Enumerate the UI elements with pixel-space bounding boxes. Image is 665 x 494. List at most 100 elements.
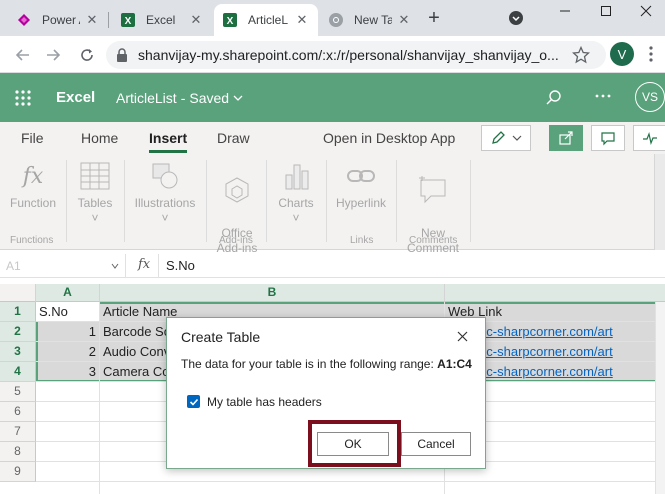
vertical-scrollbar[interactable]: [655, 302, 665, 494]
browser-tab-excel[interactable]: X Excel ✕: [112, 4, 212, 36]
formula-input[interactable]: S.No: [166, 258, 195, 273]
close-tab-icon[interactable]: ✕: [396, 12, 412, 28]
row-header[interactable]: 1: [0, 302, 36, 322]
column-header-a[interactable]: A: [36, 284, 100, 302]
arrow-left-icon: [15, 49, 29, 61]
svg-text:X: X: [125, 16, 132, 27]
row-header[interactable]: 9: [0, 462, 36, 482]
function-icon: fx: [22, 163, 44, 189]
browser-tab-strip: Power A ✕ X Excel ✕ X ArticleL ✕ New Ta …: [0, 0, 665, 36]
pencil-icon: [492, 131, 505, 144]
name-box[interactable]: A1: [0, 254, 126, 277]
insert-function-fx-button[interactable]: fx: [138, 257, 150, 272]
editing-mode-button[interactable]: [481, 125, 531, 151]
group-label-links: Links: [350, 235, 374, 246]
arrow-right-icon: [47, 49, 61, 61]
comments-button[interactable]: [591, 125, 625, 151]
headers-checkbox-label[interactable]: My table has headers: [207, 395, 322, 409]
group-divider: [124, 160, 125, 242]
bookmark-star-button[interactable]: [570, 44, 592, 66]
search-button[interactable]: [545, 89, 563, 110]
row-header[interactable]: 4: [0, 362, 36, 382]
open-in-desktop-app[interactable]: Open in Desktop App: [323, 130, 455, 146]
save-status: Saved: [189, 90, 230, 106]
close-tab-icon[interactable]: ✕: [294, 12, 310, 28]
address-bar[interactable]: shanvijay-my.sharepoint.com/:x:/r/person…: [106, 41, 606, 69]
cell-a2[interactable]: 1: [36, 322, 100, 342]
tab-file[interactable]: File: [21, 130, 44, 146]
headers-checkbox[interactable]: [187, 395, 200, 408]
chevron-down-icon: [512, 135, 522, 141]
bar-chart-icon: [272, 160, 320, 192]
maximize-button[interactable]: [586, 0, 626, 22]
column-header-b[interactable]: B: [100, 284, 445, 302]
more-options-button[interactable]: [594, 87, 612, 110]
url-text: shanvijay-my.sharepoint.com/:x:/r/person…: [138, 47, 559, 63]
tab-draw[interactable]: Draw: [217, 130, 250, 146]
row-header[interactable]: 8: [0, 442, 36, 462]
maximize-icon: [601, 6, 611, 16]
table-icon: [72, 160, 118, 192]
checkmark-icon: [189, 398, 198, 406]
tab-insert[interactable]: Insert: [149, 130, 187, 146]
office-addins-icon: [212, 175, 262, 207]
ribbon-insert-panel: fx Function Functions Tables ˅ Illustrat…: [0, 154, 665, 255]
chevron-down-icon: ˅: [161, 211, 169, 225]
app-launcher-button[interactable]: [14, 89, 32, 110]
browser-tab-new-tab[interactable]: New Ta ✕: [320, 4, 420, 36]
tables-button[interactable]: Tables ˅: [72, 160, 118, 226]
close-window-button[interactable]: [626, 0, 665, 22]
tab-title: New Ta: [354, 13, 392, 27]
forward-button[interactable]: [42, 44, 64, 66]
row-header[interactable]: 7: [0, 422, 36, 442]
row-header[interactable]: 6: [0, 402, 36, 422]
range-message: The data for your table is in the follow…: [181, 357, 434, 371]
cell-a4[interactable]: 3: [36, 362, 100, 382]
insert-function-button[interactable]: fx Function: [6, 160, 60, 211]
group-divider: [396, 160, 397, 242]
hyperlink-button[interactable]: Hyperlink: [332, 160, 390, 211]
waffle-icon: [15, 90, 31, 106]
minimize-button[interactable]: [545, 0, 585, 22]
tab-search-button[interactable]: [500, 6, 532, 30]
column-gridline: [99, 382, 100, 494]
activity-button[interactable]: [633, 125, 665, 151]
tab-home[interactable]: Home: [81, 130, 118, 146]
user-avatar[interactable]: VS: [635, 82, 665, 112]
share-button[interactable]: [549, 125, 583, 151]
link-icon: [332, 160, 390, 192]
lock-icon: [117, 48, 127, 62]
row-header[interactable]: 2: [0, 322, 36, 342]
cell-a3[interactable]: 2: [36, 342, 100, 362]
profile-avatar[interactable]: V: [610, 42, 634, 66]
browser-tab-articlelist[interactable]: X ArticleL ✕: [214, 4, 318, 36]
column-header-c[interactable]: [445, 284, 665, 302]
cancel-button[interactable]: Cancel: [401, 432, 471, 456]
active-tab-indicator: [149, 150, 187, 153]
reload-button[interactable]: [76, 44, 98, 66]
activity-icon: [642, 131, 657, 146]
browser-tab-power-automate[interactable]: Power A ✕: [8, 4, 108, 36]
formula-bar: A1 fx S.No: [0, 254, 665, 278]
row-header[interactable]: 3: [0, 342, 36, 362]
new-tab-button[interactable]: +: [418, 6, 450, 30]
charts-button[interactable]: Charts ˅: [272, 160, 320, 226]
close-tab-icon[interactable]: ✕: [188, 12, 204, 28]
range-value: A1:C4: [437, 357, 472, 371]
chevron-down-icon: [233, 95, 243, 101]
document-title-button[interactable]: ArticleList - Saved: [116, 90, 243, 106]
title-separator: -: [180, 90, 186, 106]
dialog-close-button[interactable]: [454, 328, 470, 344]
back-button[interactable]: [12, 44, 34, 66]
browser-menu-button[interactable]: [645, 45, 657, 65]
select-all-corner[interactable]: [0, 284, 36, 302]
cell-a1[interactable]: S.No: [36, 302, 100, 322]
group-label-functions: Functions: [10, 235, 54, 246]
close-tab-icon[interactable]: ✕: [84, 12, 100, 28]
group-label-addins: Add-ins: [219, 235, 253, 246]
ribbon-scroll-area[interactable]: [654, 154, 665, 250]
row-header[interactable]: 5: [0, 382, 36, 402]
app-name[interactable]: Excel: [56, 89, 95, 106]
illustrations-button[interactable]: Illustrations ˅: [130, 160, 200, 226]
star-icon: [572, 46, 590, 64]
